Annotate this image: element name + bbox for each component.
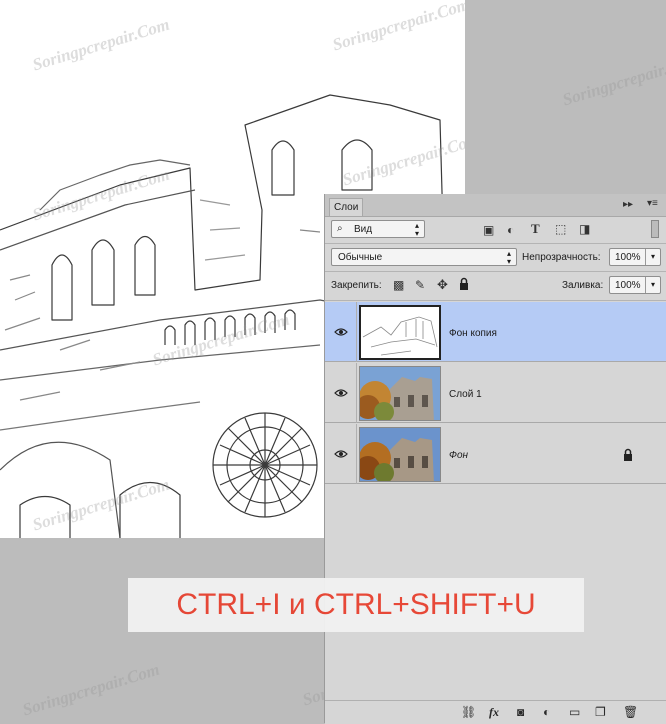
layer-row[interactable]: Фон	[325, 424, 666, 484]
opacity-value: 100%	[615, 252, 641, 263]
lock-icon	[623, 448, 633, 464]
panel-bottom-toolbar: ⛓ fx ◙ ◐ ▭ ❐ 🗑	[325, 700, 666, 724]
link-icon[interactable]: ⛓	[461, 705, 476, 719]
fill-label: Заливка:	[562, 280, 604, 291]
image-filter-icon[interactable]: ▣	[483, 223, 494, 237]
blend-mode-value: Обычные	[338, 252, 383, 263]
shape-filter-icon[interactable]: ⬚	[555, 222, 566, 236]
filter-kind-select[interactable]: ⌕ Вид ▴ ▾	[331, 220, 425, 238]
visibility-toggle[interactable]	[325, 424, 357, 484]
eye-icon	[334, 389, 348, 397]
opacity-label: Непрозрачность:	[522, 252, 601, 263]
layer-row[interactable]: Слой 1	[325, 363, 666, 423]
search-icon: ⌕	[337, 223, 343, 234]
layers-panel: Слои ▸▸ ▾≡ ⌕ Вид ▴ ▾ ▣ ◐ T ⬚ ◨ Обычные ▴ ▾…	[324, 194, 666, 724]
divider	[325, 271, 666, 272]
watermark: Soringpcrepair.Com	[20, 659, 162, 720]
chevron-updown-icon: ▴ ▾	[506, 249, 511, 266]
layer-name[interactable]: Фон	[449, 450, 468, 461]
type-filter-icon[interactable]: T	[531, 221, 540, 237]
visibility-toggle[interactable]	[325, 363, 357, 423]
layer-row[interactable]: Фон копия	[325, 302, 666, 362]
fill-value: 100%	[615, 280, 641, 291]
collapse-icon[interactable]: ▸▸	[623, 199, 633, 210]
lock-pixels-icon[interactable]: ▩	[393, 278, 404, 292]
layer-name[interactable]: Слой 1	[449, 389, 482, 400]
layer-thumbnail[interactable]	[359, 305, 441, 360]
trash-icon[interactable]: 🗑	[623, 705, 638, 719]
tab-layers[interactable]: Слои	[329, 198, 363, 216]
divider	[325, 243, 666, 244]
lock-position-icon[interactable]: ✥	[437, 277, 448, 293]
lock-all-icon[interactable]	[459, 277, 469, 293]
fx-icon[interactable]: fx	[489, 705, 499, 720]
panel-header: Слои ▸▸ ▾≡	[325, 194, 666, 217]
lock-label: Закрепить:	[331, 280, 382, 291]
adjustment-filter-icon[interactable]: ◐	[507, 223, 514, 237]
chevron-down-icon[interactable]: ▾	[645, 249, 660, 265]
panel-menu-icon[interactable]: ▾≡	[647, 198, 658, 209]
layer-name[interactable]: Фон копия	[449, 328, 497, 339]
eye-icon	[334, 450, 348, 458]
new-layer-icon[interactable]: ❐	[595, 705, 606, 719]
lock-brush-icon[interactable]: ✎	[415, 278, 425, 292]
visibility-toggle[interactable]	[325, 302, 357, 362]
mask-icon[interactable]: ◙	[517, 705, 524, 719]
fill-field[interactable]: 100% ▾	[609, 276, 661, 294]
chevron-updown-icon: ▴ ▾	[414, 221, 419, 238]
folder-icon[interactable]: ▭	[569, 705, 580, 719]
smart-object-filter-icon[interactable]: ◨	[579, 222, 590, 236]
watermark: Soringpcrepair.Com	[560, 49, 666, 110]
divider	[325, 300, 666, 301]
eye-icon	[334, 328, 348, 336]
blend-mode-select[interactable]: Обычные ▴ ▾	[331, 248, 517, 266]
caption-overlay: CTRL+I и CTRL+SHIFT+U	[128, 578, 584, 632]
adjustment-icon[interactable]: ◐	[543, 705, 550, 719]
layer-thumbnail[interactable]	[359, 427, 441, 482]
layer-thumbnail[interactable]	[359, 366, 441, 421]
opacity-field[interactable]: 100% ▾	[609, 248, 661, 266]
filter-toggle-icon[interactable]	[651, 220, 659, 238]
chevron-down-icon[interactable]: ▾	[645, 277, 660, 293]
filter-kind-label: Вид	[354, 224, 373, 235]
